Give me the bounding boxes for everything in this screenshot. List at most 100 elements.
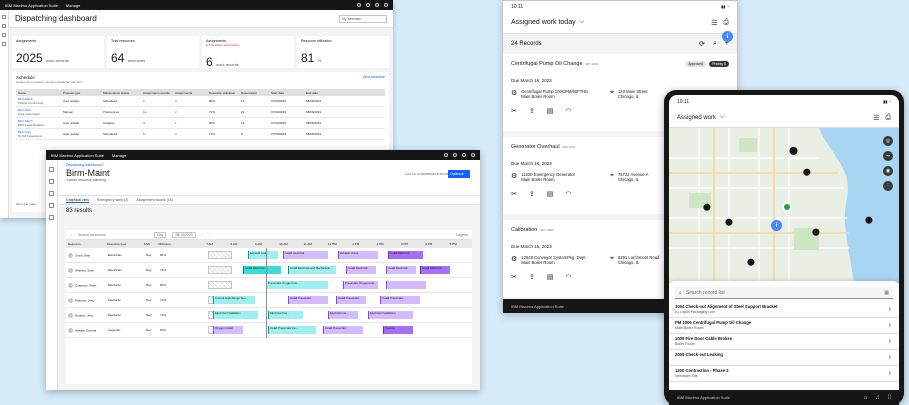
home-icon[interactable]: ⌂ xyxy=(864,395,868,401)
assignment-bar[interactable]: Install Electrical xyxy=(388,251,423,259)
prev-icon[interactable]: ‹ xyxy=(202,233,203,237)
breadcrumb[interactable]: Dispatching dashboard / xyxy=(66,163,472,167)
list-icon[interactable]: ☰ xyxy=(873,114,879,122)
assignment-bar[interactable]: Pneumatic Oxygen Inst... xyxy=(343,281,378,289)
map-pin-icon[interactable]: ⬤ xyxy=(812,228,820,236)
dashboard-icon[interactable] xyxy=(2,33,6,37)
search-field[interactable]: ⌕ Search record list ▦ xyxy=(675,287,893,299)
chevron-right-icon[interactable]: › xyxy=(727,60,729,67)
assignment-bar[interactable]: Oxygen Install xyxy=(213,326,243,334)
assignment-bar[interactable]: Install electrical xyxy=(283,251,328,259)
resource-row[interactable]: Pearson, Jerry Mechanic Day 72% Current High… xyxy=(66,293,472,308)
column-header[interactable]: Resource utilization xyxy=(207,91,239,95)
route-icon[interactable]: ↝ xyxy=(883,151,893,161)
assignment-bar[interactable]: Electrical Installation xyxy=(368,311,413,319)
upload-icon[interactable]: ⇪ xyxy=(529,190,535,198)
search-input[interactable]: Search resources xyxy=(78,233,148,237)
basket-icon[interactable]: ⎙ xyxy=(885,114,891,122)
info-icon[interactable]: i xyxy=(722,31,733,42)
home-icon[interactable] xyxy=(49,179,54,184)
document-icon[interactable]: ▤ xyxy=(547,107,554,115)
column-header[interactable]: Start date xyxy=(269,91,304,95)
list-item[interactable]: 2005 Check-out Leaking › xyxy=(669,350,899,366)
assignment-bar[interactable]: Install Electrical xyxy=(346,266,376,274)
menu-icon[interactable] xyxy=(2,15,6,19)
column-header[interactable]: Utilization xyxy=(156,242,205,246)
assignment-bar[interactable]: Training xyxy=(383,326,413,334)
tools-icon[interactable]: ✂ xyxy=(511,273,517,281)
kpi-card[interactable]: Assignments 2025 work records xyxy=(12,36,104,68)
gauge-icon[interactable]: ◠ xyxy=(565,107,571,115)
notification-icon[interactable] xyxy=(462,153,466,157)
chevron-right-icon[interactable]: › xyxy=(889,354,891,361)
locate-icon[interactable]: ◉ xyxy=(883,166,893,176)
work-order-title[interactable]: Centrifugal Pump Oil Change xyxy=(511,61,583,67)
assignment-bar[interactable]: Exhaust Leak xyxy=(248,251,278,259)
resource-name[interactable]: Smith, Alan xyxy=(66,252,106,258)
gauge-icon[interactable]: ◠ xyxy=(565,273,571,281)
view-title[interactable]: Assigned work xyxy=(677,115,716,121)
assignment-bar[interactable]: Electrical Installation xyxy=(213,311,258,319)
user-icon[interactable] xyxy=(471,153,475,157)
chevron-right-icon[interactable]: › xyxy=(889,370,891,377)
kpi-card[interactable]: Resource utilization 81 % xyxy=(297,36,389,68)
home-icon[interactable] xyxy=(2,24,6,28)
apps-icon[interactable]: ⁞⁞ xyxy=(888,395,891,401)
column-header[interactable]: Resource type xyxy=(105,242,142,246)
assignment-bar[interactable]: Pneumatic Oxygen Inst... xyxy=(266,281,328,289)
assignment-bar[interactable]: Install Pneumatic xyxy=(288,296,328,304)
tab-item[interactable]: Assignment Issues (16) xyxy=(136,198,173,202)
notification-icon[interactable]: ♫ xyxy=(875,395,880,401)
document-icon[interactable]: ▤ xyxy=(547,273,554,281)
chevron-down-icon[interactable]: ⌵ xyxy=(580,19,585,26)
help-icon[interactable] xyxy=(453,153,457,157)
table-row[interactable]: Birm-Maint Tollcott Community Auto update S… xyxy=(16,96,385,107)
column-header[interactable]: Name xyxy=(16,91,61,95)
list-item[interactable]: 1009 Fire Door Cable Broken Boiler Room › xyxy=(669,334,899,350)
barcode-scan-icon[interactable]: ▦ xyxy=(884,290,889,296)
resource-row[interactable]: Nakata, Daniela Inspector Day 60% Oxygen Ins… xyxy=(66,323,472,338)
document-icon[interactable]: ▤ xyxy=(547,190,554,198)
list-item[interactable]: PM 1006 Centrifugal Pump Oil Change Main … xyxy=(669,318,899,334)
user-icon[interactable] xyxy=(384,3,388,7)
map-view[interactable]: i ⬤ ⬤ ⬤ ⬤ ⬤ ⬤ ⬤ ◎ ↝ ◉ ⋮ xyxy=(669,128,899,283)
work-order-title[interactable]: Generator Overhaul xyxy=(511,144,560,150)
notification-icon[interactable] xyxy=(375,3,379,7)
search-icon[interactable]: ⌕ xyxy=(713,40,717,48)
search-icon[interactable] xyxy=(444,153,448,157)
view-schedule-link[interactable]: View schedule xyxy=(362,75,385,84)
assignment-bar[interactable]: Install Electrical and Mechanical xyxy=(288,266,336,274)
work-order-title[interactable]: Calibration xyxy=(511,227,537,233)
resource-row[interactable]: Hudson, Jerry Mechanic Day 72% Electrical In… xyxy=(66,308,472,323)
legend-button[interactable]: Legend xyxy=(456,233,468,237)
resource-name[interactable]: Nakata, Daniela xyxy=(66,327,106,333)
assignment-bar[interactable]: Electrical ma... xyxy=(328,311,358,319)
list-icon[interactable]: ☰ xyxy=(711,19,717,27)
settings-icon[interactable] xyxy=(49,215,54,220)
more-icon[interactable]: ⋮ xyxy=(883,181,893,191)
table-row[interactable]: Birm-Mech BPO Level Rotation Auto update Ca… xyxy=(16,118,385,129)
gauge-icon[interactable]: ◠ xyxy=(565,190,571,198)
upload-icon[interactable]: ⇪ xyxy=(529,107,535,115)
menu-icon[interactable] xyxy=(49,167,54,172)
resource-name[interactable]: Hudson, Jerry xyxy=(66,312,106,318)
layers-icon[interactable]: ◎ xyxy=(883,136,893,146)
column-header[interactable]: Reservation xyxy=(239,91,269,95)
view-title[interactable]: Assigned work today xyxy=(511,19,576,26)
list-item[interactable]: 1200 Contraction - Phase 2 Needham Site › xyxy=(669,366,899,382)
chevron-right-icon[interactable]: › xyxy=(889,322,891,329)
dashboard-icon[interactable] xyxy=(49,191,54,196)
map-pin-icon[interactable]: ⬤ xyxy=(747,258,755,266)
tab-item[interactable]: Emergency work (3) xyxy=(97,198,128,202)
assignment-bar[interactable]: Install Electrical xyxy=(386,266,416,274)
assignment-bar[interactable]: Install Pneumatic xyxy=(380,296,420,304)
table-cell[interactable]: Birm-Mech BPO Level Rotation xyxy=(16,119,61,127)
map-pin-icon[interactable]: ⬤ xyxy=(703,203,711,211)
assignment-bar[interactable]: Install Pneumatic xyxy=(323,326,363,334)
assignment-bar[interactable]: Install Pneumatic Ins... xyxy=(268,326,316,334)
search-icon[interactable] xyxy=(357,3,361,7)
map-pin-icon[interactable]: ⬤ xyxy=(725,218,733,226)
assignment-bar[interactable]: Current High Range Sen... xyxy=(213,296,255,304)
column-header[interactable]: End date xyxy=(304,91,339,95)
selected-pin-icon[interactable]: i xyxy=(771,220,782,231)
